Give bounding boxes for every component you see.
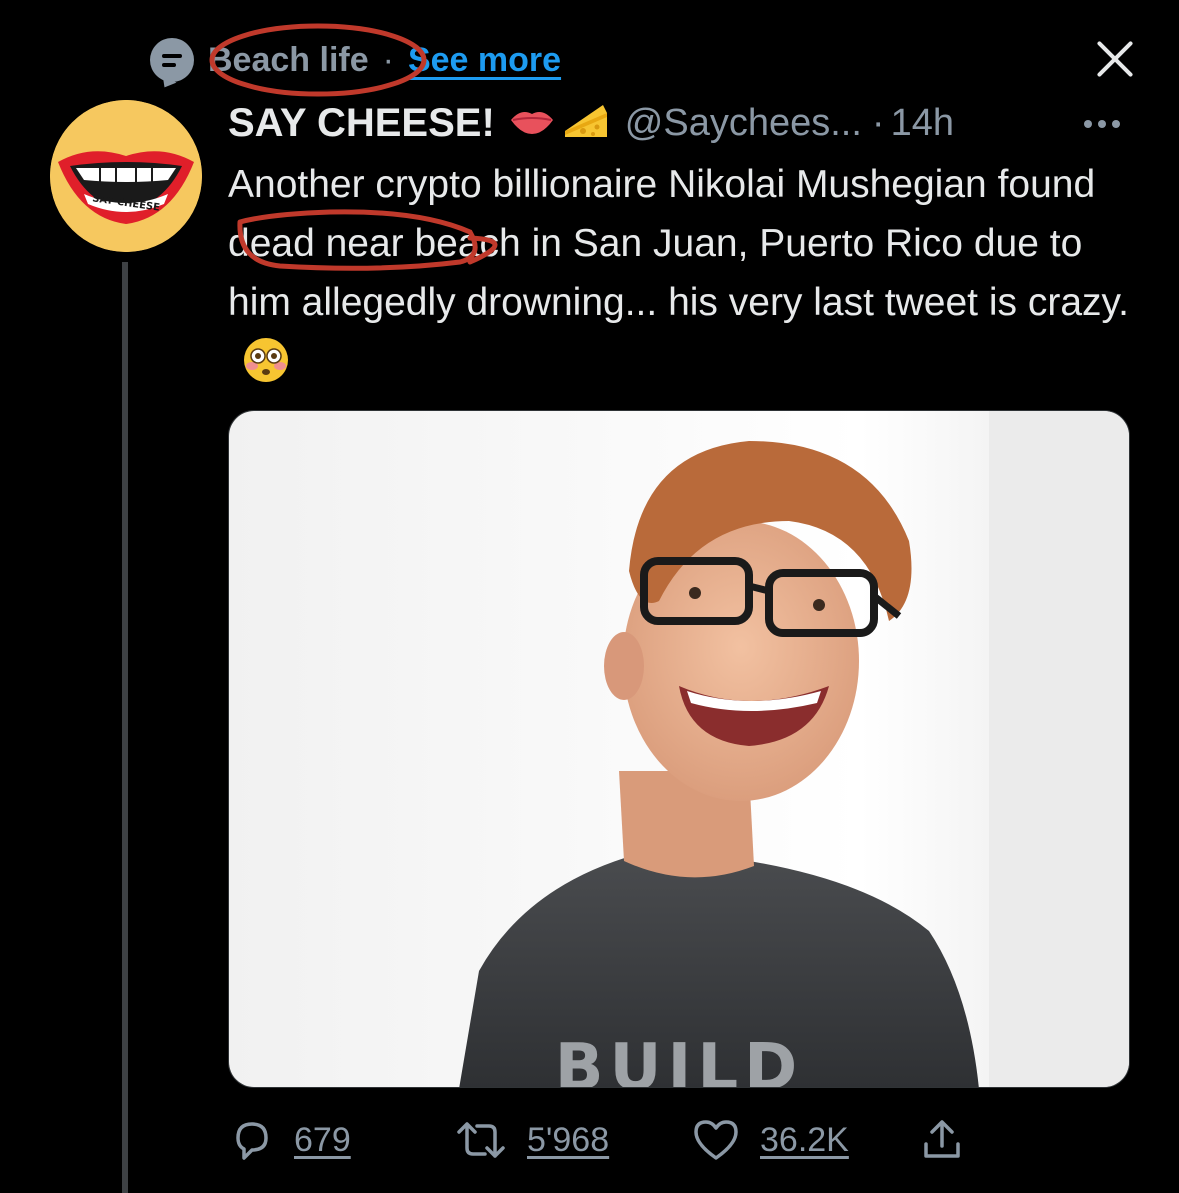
topic-label[interactable]: Beach life — [208, 41, 369, 80]
retweet-button[interactable]: 5'968 — [453, 1110, 609, 1170]
retweet-icon — [457, 1122, 505, 1158]
share-icon — [924, 1120, 960, 1158]
like-button[interactable]: 36.2K — [690, 1110, 849, 1170]
tweet-text: Another crypto billionaire Nikolai Mushe… — [228, 155, 1138, 401]
like-count: 36.2K — [760, 1120, 849, 1159]
reply-button[interactable]: 679 — [228, 1110, 351, 1170]
tweet-actions: 679 5'968 36.2K — [228, 1110, 988, 1170]
lips-emoji — [509, 106, 555, 141]
person-photo: BUILD — [229, 411, 1129, 1088]
flushed-face-emoji — [242, 336, 290, 401]
more-icon[interactable] — [1084, 120, 1120, 128]
tweet-photo[interactable]: BUILD — [228, 410, 1130, 1088]
thread-line — [122, 262, 128, 1193]
tweet-screen: Beach life · See more SAY CHEESE SAY CHE… — [0, 0, 1179, 1193]
avatar[interactable]: SAY CHEESE — [50, 100, 202, 252]
tweet-header: SAY CHEESE! @Saychees... · 14h — [228, 98, 1148, 148]
tweet-body: Another crypto billionaire Nikolai Mushe… — [228, 163, 1129, 324]
heart-icon — [694, 1120, 738, 1160]
display-name[interactable]: SAY CHEESE! — [228, 101, 495, 146]
handle[interactable]: @Saychees... — [625, 102, 862, 145]
context-separator: · — [382, 40, 394, 79]
close-icon[interactable] — [1094, 38, 1136, 80]
topic-icon — [150, 38, 194, 92]
retweet-count: 5'968 — [527, 1120, 610, 1159]
cheese-emoji — [563, 101, 609, 146]
share-button[interactable] — [918, 1110, 966, 1170]
topic-context-row: Beach life · See more — [150, 30, 561, 92]
see-more-link[interactable]: See more — [408, 41, 561, 80]
say-cheese-logo: SAY CHEESE — [50, 100, 202, 252]
reply-count: 679 — [294, 1120, 351, 1159]
reply-icon — [236, 1122, 268, 1160]
meta-separator: · — [871, 101, 885, 144]
shirt-text: BUILD — [555, 1031, 803, 1088]
timestamp[interactable]: 14h — [891, 102, 954, 145]
